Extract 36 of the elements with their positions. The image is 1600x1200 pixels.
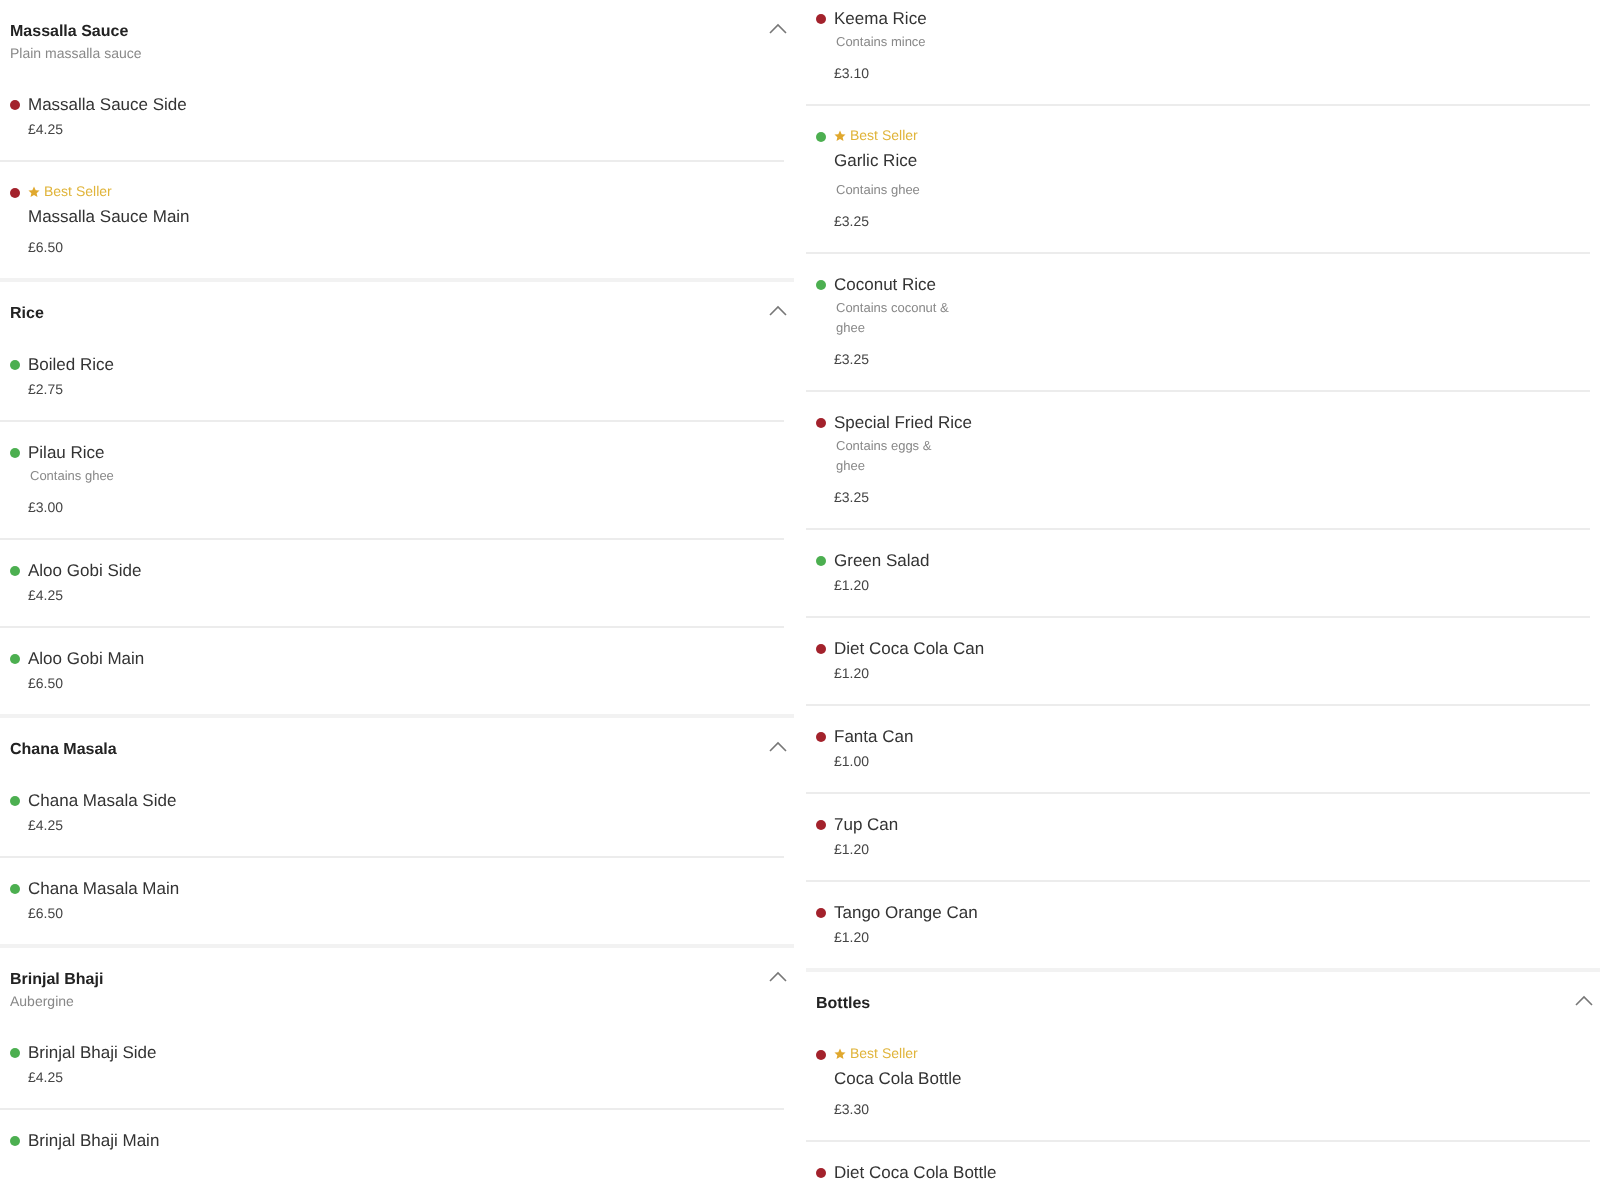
item-name: Keema Rice [834, 6, 927, 30]
item-name: Special Fried Rice [834, 410, 972, 434]
item-name: Diet Coca Cola Bottle [834, 1160, 997, 1184]
item-name: Massalla Sauce Side [28, 92, 187, 116]
item-name: Chana Masala Side [28, 788, 177, 812]
star-icon [28, 186, 40, 198]
section-title: Rice [10, 304, 44, 322]
chevron-up-icon[interactable] [1574, 994, 1594, 1006]
chevron-up-icon[interactable] [768, 22, 788, 34]
item-name: Green Salad [834, 548, 930, 572]
item-name: Coconut Rice [834, 272, 937, 296]
item-name: Brinjal Bhaji Side [28, 1040, 157, 1064]
item-name: Garlic Rice [834, 148, 920, 172]
item-name: Brinjal Bhaji Main [28, 1128, 160, 1152]
item-name: Diet Coca Cola Can [834, 636, 985, 660]
star-icon [834, 130, 846, 142]
section-title: Chana Masala [10, 740, 117, 758]
section-title: Massalla Sauce [10, 22, 131, 40]
item-name: Tango Orange Can [834, 900, 978, 924]
item-name: 7up Can [834, 812, 899, 836]
item-name: Aloo Gobi Side [28, 558, 142, 582]
chevron-up-icon[interactable] [768, 304, 788, 316]
item-name: Coca Cola Bottle [834, 1066, 964, 1090]
item-name: Fanta Can [834, 724, 914, 748]
item-name: Chana Masala Main [28, 876, 180, 900]
section-title: Bottles [816, 994, 871, 1012]
menu-item[interactable]: Brinjal Bhaji Main [0, 1110, 784, 1172]
chevron-up-icon[interactable] [768, 740, 788, 752]
item-name: Boiled Rice [28, 352, 114, 376]
item-name: Aloo Gobi Main [28, 646, 145, 670]
item-name: Massalla Sauce Main [28, 204, 192, 228]
item-name: Pilau Rice [28, 440, 105, 464]
chevron-up-icon[interactable] [768, 970, 788, 982]
menu-item[interactable]: Diet Coca Cola Bottle [806, 1142, 1590, 1200]
star-icon [834, 1048, 846, 1060]
section-title: Brinjal Bhaji [10, 970, 104, 988]
